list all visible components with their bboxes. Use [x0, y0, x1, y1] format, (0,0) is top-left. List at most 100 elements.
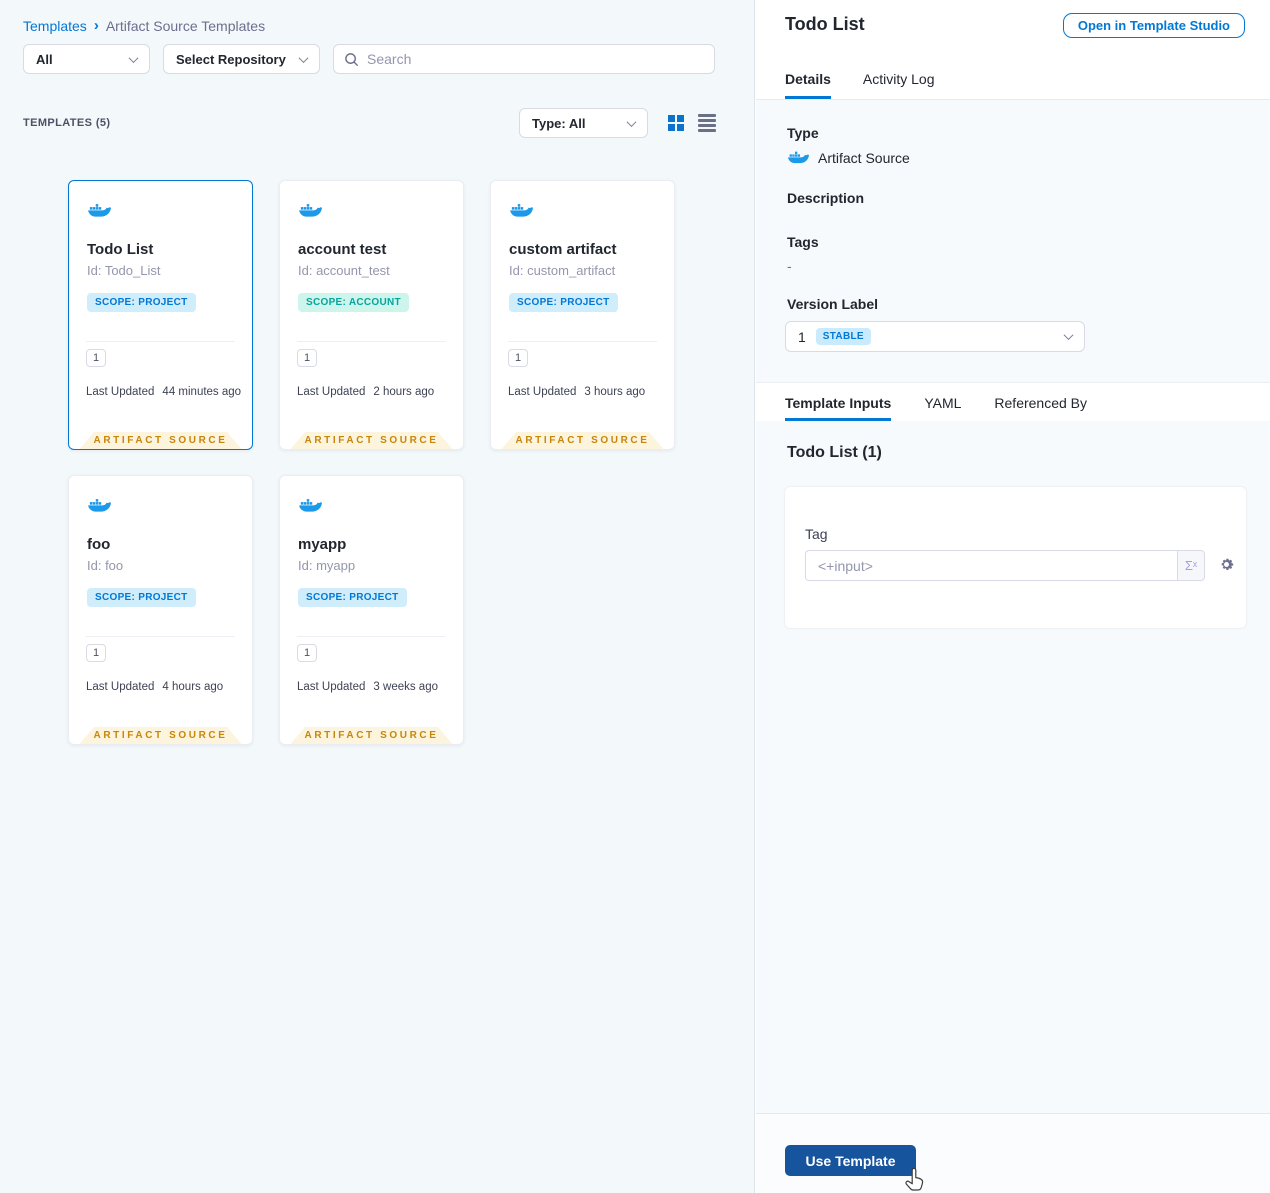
- chevron-down-icon: [128, 52, 139, 63]
- template-card-foo[interactable]: foo Id: foo SCOPE: PROJECT 1 Last Update…: [68, 475, 253, 745]
- stable-badge: STABLE: [815, 328, 871, 345]
- scope-badge: SCOPE: PROJECT: [509, 293, 618, 312]
- tab-yaml[interactable]: YAML: [924, 395, 961, 421]
- card-title: myapp: [298, 536, 347, 553]
- chevron-down-icon: [298, 52, 309, 63]
- repository-filter-value: Select Repository: [176, 51, 286, 67]
- artifact-source-ribbon: ARTIFACT SOURCE: [79, 727, 242, 744]
- tag-input-row: Σˣ: [805, 550, 1205, 581]
- template-card-custom-artifact[interactable]: custom artifact Id: custom_artifact SCOP…: [490, 180, 675, 450]
- list-view-icon[interactable]: [698, 114, 716, 132]
- template-card-account-test[interactable]: account test Id: account_test SCOPE: ACC…: [279, 180, 464, 450]
- template-card-grid: Todo List Id: Todo_List SCOPE: PROJECT 1…: [68, 180, 701, 745]
- breadcrumb-templates-link[interactable]: Templates: [23, 18, 87, 34]
- type-value-row: Artifact Source: [787, 149, 910, 166]
- divider: [297, 636, 446, 637]
- tab-activity-log[interactable]: Activity Log: [863, 71, 935, 99]
- docker-icon: [87, 201, 111, 220]
- repository-filter-dropdown[interactable]: Select Repository: [163, 44, 320, 74]
- type-label: Type: [787, 125, 819, 141]
- type-filter-dropdown[interactable]: Type: All: [519, 108, 648, 138]
- grid-view-icon[interactable]: [668, 114, 684, 131]
- version-chip: 1: [297, 644, 318, 662]
- templates-count-label: TEMPLATES (5): [23, 117, 111, 129]
- docker-icon: [787, 149, 809, 166]
- version-label: Version Label: [787, 296, 879, 312]
- tag-input[interactable]: [805, 550, 1177, 581]
- card-title: account test: [298, 241, 387, 258]
- template-inputs-card: Tag Σˣ: [785, 487, 1246, 628]
- detail-header: Todo List Open in Template Studio: [756, 0, 1270, 57]
- details-section: Type Artifact Source Description Tags - …: [756, 100, 1270, 382]
- last-updated: Last Updated 3 weeks ago: [297, 681, 438, 693]
- card-id: Id: foo: [87, 558, 124, 573]
- artifact-source-ribbon: ARTIFACT SOURCE: [79, 432, 242, 449]
- tab-details[interactable]: Details: [785, 71, 831, 99]
- type-filter-value: Type: All: [532, 115, 586, 131]
- card-title: custom artifact: [509, 241, 617, 258]
- chevron-down-icon: [1063, 330, 1074, 341]
- card-id: Id: myapp: [298, 558, 356, 573]
- docker-icon: [87, 496, 111, 515]
- search-box: [333, 44, 715, 74]
- breadcrumb: Templates › Artifact Source Templates: [23, 17, 265, 34]
- type-value: Artifact Source: [818, 149, 910, 166]
- templates-list-panel: Templates › Artifact Source Templates Al…: [0, 0, 755, 1193]
- inputs-tabs: Template Inputs YAML Referenced By: [756, 382, 1270, 421]
- divider: [508, 341, 657, 342]
- divider: [86, 636, 235, 637]
- scope-badge: SCOPE: PROJECT: [298, 588, 407, 607]
- version-number: 1: [798, 328, 806, 345]
- version-chip: 1: [86, 644, 107, 662]
- tags-value: -: [787, 258, 792, 274]
- template-detail-panel: Todo List Open in Template Studio Detail…: [756, 0, 1270, 1193]
- open-in-template-studio-button[interactable]: Open in Template Studio: [1062, 13, 1245, 38]
- use-template-button[interactable]: Use Template: [785, 1145, 916, 1176]
- last-updated: Last Updated 2 hours ago: [297, 386, 435, 398]
- search-icon: [344, 52, 359, 67]
- docker-icon: [509, 201, 533, 220]
- version-select[interactable]: 1 STABLE: [785, 321, 1085, 352]
- search-input[interactable]: [367, 51, 704, 67]
- last-updated: Last Updated 3 hours ago: [508, 386, 646, 398]
- tab-referenced-by[interactable]: Referenced By: [994, 395, 1087, 421]
- detail-tabs: Details Activity Log: [756, 57, 1270, 100]
- docker-icon: [298, 496, 322, 515]
- last-updated: Last Updated 4 hours ago: [86, 681, 224, 693]
- scope-badge: SCOPE: PROJECT: [87, 293, 196, 312]
- card-title: Todo List: [87, 241, 154, 258]
- inputs-title: Todo List (1): [787, 444, 882, 461]
- gear-icon[interactable]: [1218, 556, 1235, 573]
- chevron-down-icon: [626, 116, 637, 127]
- detail-footer: Use Template: [756, 1113, 1270, 1193]
- version-chip: 1: [86, 349, 107, 367]
- tags-label: Tags: [787, 234, 819, 250]
- card-id: Id: account_test: [298, 263, 390, 278]
- scope-filter-dropdown[interactable]: All: [23, 44, 150, 74]
- divider: [297, 341, 446, 342]
- artifact-source-ribbon: ARTIFACT SOURCE: [290, 727, 453, 744]
- scope-badge: SCOPE: ACCOUNT: [298, 293, 409, 312]
- version-chip: 1: [297, 349, 318, 367]
- scope-badge: SCOPE: PROJECT: [87, 588, 196, 607]
- tag-label: Tag: [805, 526, 828, 542]
- scope-filter-value: All: [36, 51, 53, 67]
- expression-toggle-button[interactable]: Σˣ: [1177, 550, 1205, 581]
- divider: [86, 341, 235, 342]
- tab-template-inputs[interactable]: Template Inputs: [785, 395, 892, 421]
- artifact-source-ribbon: ARTIFACT SOURCE: [501, 432, 664, 449]
- view-toggle: [668, 114, 716, 132]
- template-card-myapp[interactable]: myapp Id: myapp SCOPE: PROJECT 1 Last Up…: [279, 475, 464, 745]
- card-id: Id: custom_artifact: [509, 263, 616, 278]
- card-title: foo: [87, 536, 111, 553]
- breadcrumb-current: Artifact Source Templates: [105, 17, 266, 34]
- last-updated: Last Updated 44 minutes ago: [86, 386, 242, 398]
- detail-title: Todo List: [785, 14, 865, 34]
- description-label: Description: [787, 190, 865, 206]
- breadcrumb-separator: ›: [93, 17, 99, 34]
- version-chip: 1: [508, 349, 529, 367]
- artifact-source-ribbon: ARTIFACT SOURCE: [290, 432, 453, 449]
- docker-icon: [298, 201, 322, 220]
- filter-row: All Select Repository: [23, 44, 715, 74]
- template-card-todo-list[interactable]: Todo List Id: Todo_List SCOPE: PROJECT 1…: [68, 180, 253, 450]
